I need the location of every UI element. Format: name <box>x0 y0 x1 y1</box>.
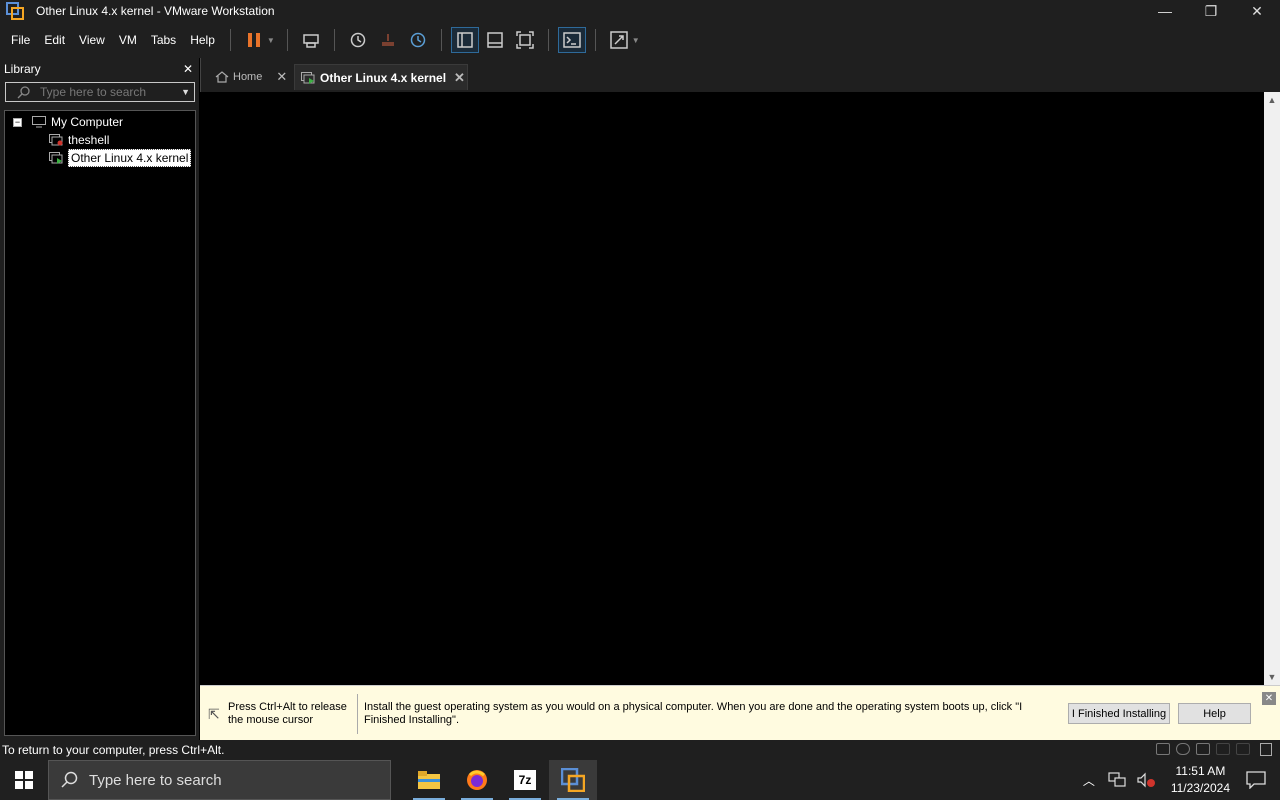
install-instructions-text: Install the guest operating system as yo… <box>364 701 1023 726</box>
close-window-button[interactable]: ✕ <box>1234 0 1280 22</box>
computer-icon <box>32 116 46 128</box>
tree-item-other-linux[interactable]: Other Linux 4.x kernel <box>49 149 192 167</box>
show-library-icon[interactable] <box>450 27 479 53</box>
scroll-up-icon[interactable]: ▲ <box>1264 92 1280 108</box>
hard-disk-icon[interactable] <box>1156 743 1170 755</box>
search-icon <box>17 86 30 99</box>
mouse-cursor-icon: ⇱ <box>208 706 220 722</box>
tree-item-theshell[interactable]: theshell <box>49 131 109 149</box>
snapshot-icon[interactable] <box>344 27 372 53</box>
thumbnail-bar-icon[interactable] <box>481 27 509 53</box>
tab-other-linux-label: Other Linux 4.x kernel <box>320 70 447 85</box>
usb-icon[interactable] <box>1216 743 1230 755</box>
library-close-icon[interactable]: ✕ <box>183 62 193 76</box>
vm-running-icon <box>301 71 315 84</box>
tab-bar: Home ✕ Other Linux 4.x kernel ✕ <box>200 58 1280 92</box>
cd-dvd-icon[interactable] <box>1176 743 1190 755</box>
library-search-input[interactable] <box>40 85 180 99</box>
info-separator <box>357 694 358 734</box>
tree-root-my-computer[interactable]: − My Computer <box>13 113 123 131</box>
search-icon <box>61 771 78 788</box>
title-bar: Other Linux 4.x kernel - VMware Workstat… <box>0 0 1280 22</box>
menu-view[interactable]: View <box>72 22 112 58</box>
toolbar-separator <box>594 29 596 51</box>
help-button[interactable]: Help <box>1178 703 1251 724</box>
volume-muted-icon[interactable] <box>1136 772 1156 788</box>
vm-powered-off-icon <box>49 134 63 146</box>
vertical-scrollbar[interactable]: ▲ ▼ <box>1264 92 1280 685</box>
tree-item-label: theshell <box>68 133 110 147</box>
pause-icon[interactable] <box>240 27 268 53</box>
taskbar-search-placeholder: Type here to search <box>89 771 222 789</box>
send-ctrl-alt-del-icon[interactable] <box>297 27 325 53</box>
show-hidden-icons-icon[interactable]: ︿ <box>1083 772 1095 789</box>
library-search-box[interactable]: ▼ <box>5 82 195 102</box>
vmware-app-icon <box>6 2 24 20</box>
full-screen-icon[interactable] <box>511 27 539 53</box>
console-view-icon[interactable] <box>557 27 586 53</box>
network-adapter-icon[interactable] <box>1196 743 1210 755</box>
message-log-icon[interactable] <box>1260 743 1272 756</box>
scroll-down-icon[interactable]: ▼ <box>1264 669 1280 685</box>
release-cursor-text: Press Ctrl+Alt to release the mouse curs… <box>228 701 347 726</box>
toolbar-separator <box>547 29 549 51</box>
menu-help[interactable]: Help <box>183 22 222 58</box>
system-tray: ︿ 11:51 AM 11/23/2024 <box>1075 760 1280 800</box>
toolbar-separator <box>333 29 335 51</box>
maximize-button[interactable]: ❐ <box>1188 0 1234 22</box>
library-header: Library ✕ <box>0 58 199 80</box>
menu-vm[interactable]: VM <box>112 22 144 58</box>
search-dropdown-icon[interactable]: ▼ <box>181 87 190 97</box>
status-text: To return to your computer, press Ctrl+A… <box>2 743 225 757</box>
menu-tabs[interactable]: Tabs <box>144 22 183 58</box>
menu-edit[interactable]: Edit <box>37 22 72 58</box>
menu-bar: File Edit View VM Tabs Help ▼ ▼ <box>0 22 1280 58</box>
taskbar-clock[interactable]: 11:51 AM 11/23/2024 <box>1171 763 1230 797</box>
firefox-icon[interactable] <box>453 760 501 800</box>
tab-home-label: Home <box>233 71 263 83</box>
device-status-icons <box>1156 743 1250 755</box>
tree-item-label-selected: Other Linux 4.x kernel <box>68 149 192 167</box>
network-icon[interactable] <box>1108 772 1126 788</box>
toolbar-separator <box>229 29 231 51</box>
7zip-icon-label: 7z <box>514 770 536 790</box>
tab-other-linux-close-icon[interactable]: ✕ <box>454 70 465 86</box>
tab-home-close-icon[interactable]: ✕ <box>276 69 287 85</box>
vmware-workstation-icon[interactable] <box>549 760 597 800</box>
vm-running-icon <box>49 152 63 164</box>
library-title: Library <box>4 62 41 76</box>
toolbar-separator <box>440 29 442 51</box>
install-info-bar: ⇱ Press Ctrl+Alt to release the mouse cu… <box>200 685 1280 740</box>
home-icon <box>215 71 229 83</box>
snapshot-manager-icon[interactable] <box>404 27 432 53</box>
clock-date: 11/23/2024 <box>1170 781 1230 795</box>
stretch-guest-icon[interactable] <box>605 27 633 53</box>
tree-root-label: My Computer <box>51 115 124 129</box>
notifications-icon[interactable] <box>1246 771 1266 789</box>
power-dropdown-icon[interactable]: ▼ <box>267 36 275 45</box>
sound-card-icon[interactable] <box>1236 743 1250 755</box>
menu-file[interactable]: File <box>4 22 37 58</box>
tab-other-linux[interactable]: Other Linux 4.x kernel ✕ <box>294 64 468 90</box>
7zip-icon[interactable]: 7z <box>501 760 549 800</box>
minimize-button[interactable]: — <box>1142 0 1188 22</box>
library-tree: − My Computer theshell Other Linux 4.x k… <box>4 110 196 736</box>
revert-snapshot-icon[interactable] <box>374 27 402 53</box>
status-bar: To return to your computer, press Ctrl+A… <box>0 740 1280 760</box>
info-bar-close-icon[interactable]: ✕ <box>1262 692 1276 705</box>
toolbar-separator <box>286 29 288 51</box>
taskbar-search-box[interactable]: Type here to search <box>48 760 391 800</box>
windows-start-icon[interactable] <box>0 760 48 800</box>
finished-installing-button[interactable]: I Finished Installing <box>1068 703 1170 724</box>
collapse-icon[interactable]: − <box>13 117 22 127</box>
windows-taskbar: Type here to search 7z ︿ 11:51 AM 11/23/… <box>0 760 1280 800</box>
tab-home[interactable]: Home ✕ <box>205 64 293 90</box>
file-explorer-icon[interactable] <box>405 760 453 800</box>
library-panel: Library ✕ ▼ − My Computer theshell Other… <box>0 58 199 740</box>
vm-console-screen[interactable] <box>200 92 1264 685</box>
window-title: Other Linux 4.x kernel - VMware Workstat… <box>36 4 275 18</box>
stretch-dropdown-icon[interactable]: ▼ <box>632 36 640 45</box>
clock-time: 11:51 AM <box>1175 764 1226 778</box>
